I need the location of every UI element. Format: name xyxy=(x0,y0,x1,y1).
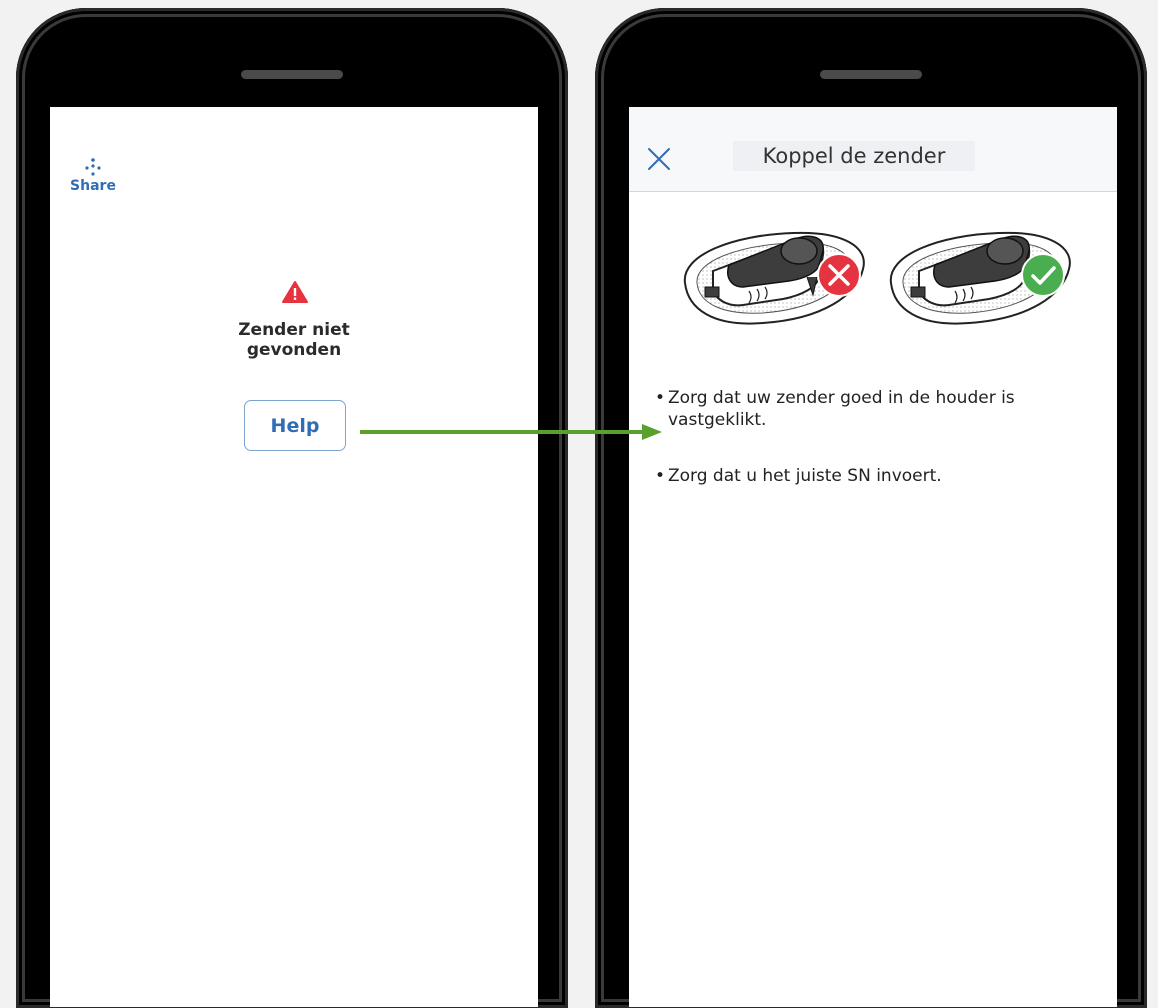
transmitter-illustration xyxy=(683,231,1071,325)
left-screen: Share Zender niet gevonden Help xyxy=(50,107,538,1007)
share-icon xyxy=(85,158,101,176)
arrow-right-icon xyxy=(360,424,662,440)
share-label: Share xyxy=(70,178,116,194)
speaker-grille xyxy=(820,70,922,79)
warning-icon xyxy=(282,281,308,303)
correct-icon xyxy=(1021,253,1065,297)
bullet-text: Zorg dat u het juiste SN invoert. xyxy=(668,466,942,486)
correct-placement xyxy=(889,231,1071,325)
bullet-text: Zorg dat uw zender goed in de houder is … xyxy=(668,388,1015,430)
left-phone-frame: Share Zender niet gevonden Help xyxy=(16,8,568,1008)
help-button[interactable]: Help xyxy=(244,400,346,451)
incorrect-placement xyxy=(683,231,865,325)
bullet-dot: • xyxy=(655,388,666,408)
bullet-dot: • xyxy=(655,466,666,486)
header-title: Koppel de zender xyxy=(733,141,975,171)
header-bar: Koppel de zender xyxy=(629,107,1117,192)
speaker-grille xyxy=(241,70,343,79)
share-button[interactable]: Share xyxy=(68,157,118,194)
bullet-item: • Zorg dat uw zender goed in de houder i… xyxy=(655,387,1075,431)
bullet-item: • Zorg dat u het juiste SN invoert. xyxy=(655,465,1075,487)
right-screen: Koppel de zender • Zorg dat uw zender go… xyxy=(629,107,1117,1007)
error-title: Zender niet gevonden xyxy=(238,320,350,360)
right-phone-frame: Koppel de zender • Zorg dat uw zender go… xyxy=(595,8,1147,1008)
close-icon[interactable] xyxy=(647,147,671,171)
